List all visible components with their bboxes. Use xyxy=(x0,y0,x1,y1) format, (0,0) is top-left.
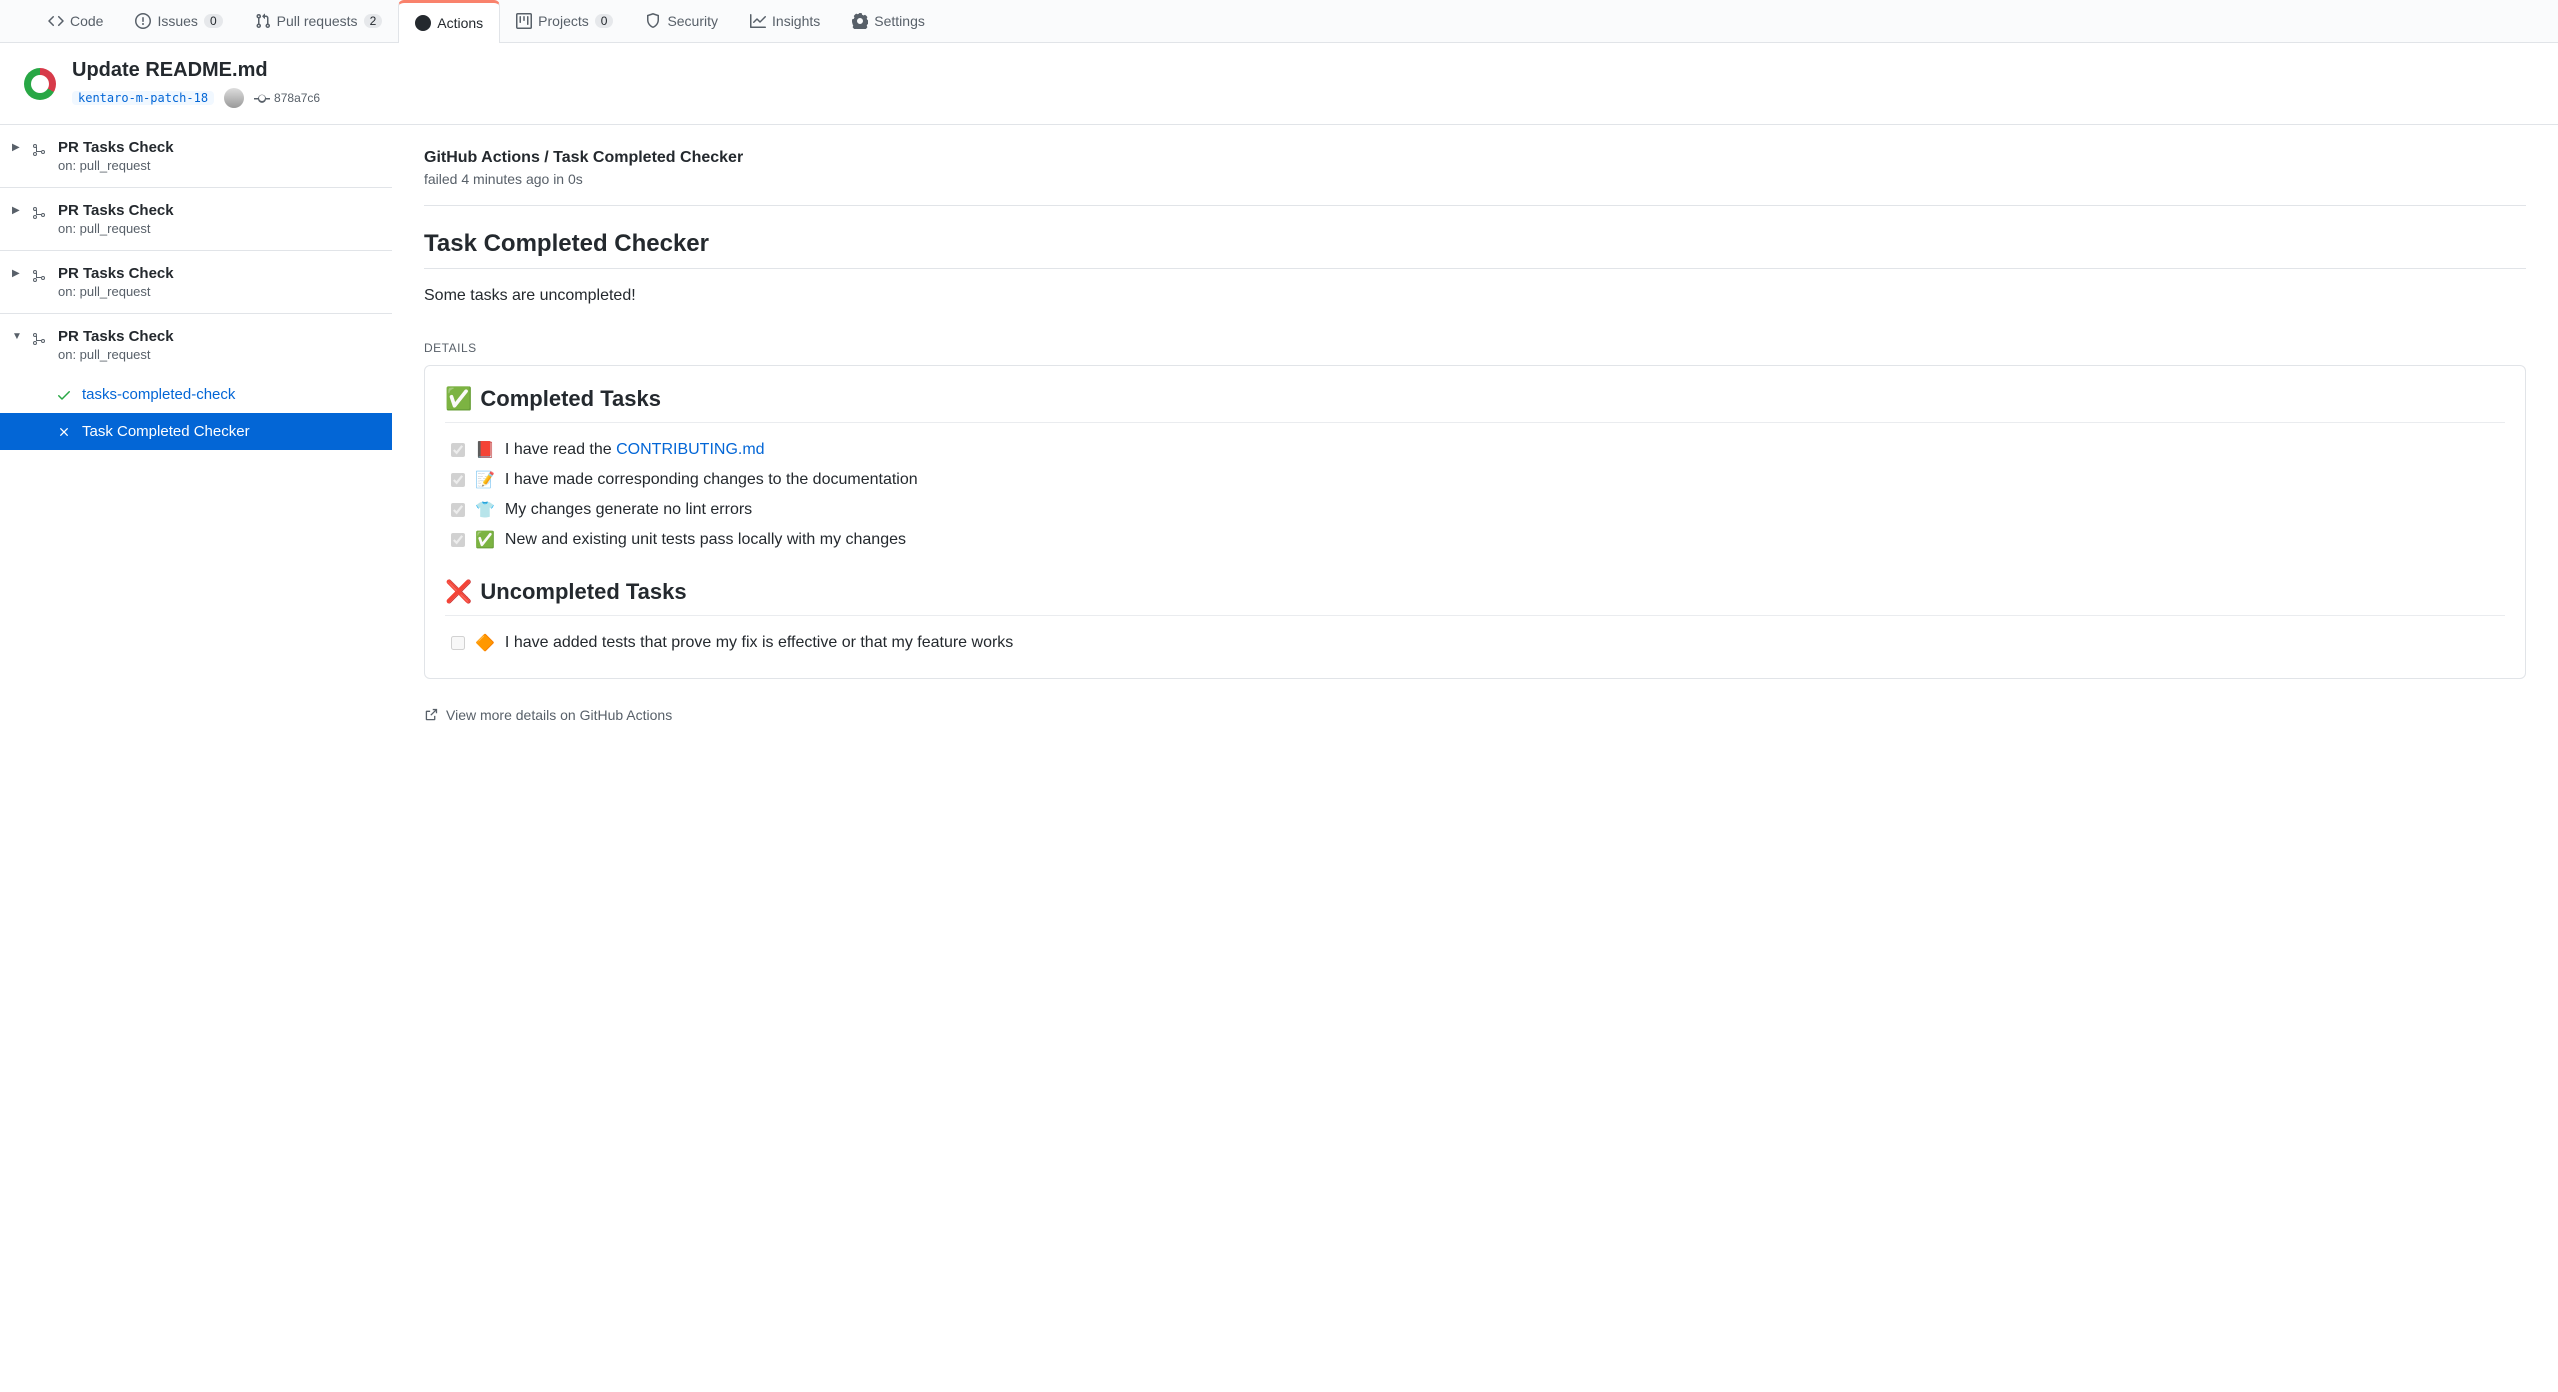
completed-heading: ✅ Completed Tasks xyxy=(445,386,2505,423)
task-checkbox xyxy=(451,533,465,547)
commit-icon xyxy=(254,90,270,106)
task-checkbox xyxy=(451,473,465,487)
view-more-link[interactable]: View more details on GitHub Actions xyxy=(424,707,2526,723)
projects-count: 0 xyxy=(595,14,614,28)
tab-projects-label: Projects xyxy=(538,13,589,29)
caret-down-icon: ▼ xyxy=(12,328,22,362)
gear-icon xyxy=(852,13,868,29)
tab-actions-label: Actions xyxy=(437,15,483,31)
tab-projects[interactable]: Projects 0 xyxy=(500,1,629,41)
breadcrumb: GitHub Actions / Task Completed Checker xyxy=(424,149,2526,167)
task-text: I have read the CONTRIBUTING.md xyxy=(505,441,765,459)
pull-request-icon xyxy=(255,13,271,29)
run-sub: on: pull_request xyxy=(58,158,174,173)
tab-actions[interactable]: Actions xyxy=(398,0,500,43)
tab-issues[interactable]: Issues 0 xyxy=(119,1,238,41)
task-text: I have made corresponding changes to the… xyxy=(505,471,918,489)
status-line: failed 4 minutes ago in 0s xyxy=(424,171,2526,206)
check-emoji-icon: ✅ xyxy=(445,386,472,412)
caret-right-icon: ▶ xyxy=(12,139,22,173)
task-emoji-icon: ✅ xyxy=(475,530,495,550)
main-content: GitHub Actions / Task Completed Checker … xyxy=(392,125,2558,747)
pulls-count: 2 xyxy=(364,14,383,28)
code-icon xyxy=(48,13,64,29)
run-sub: on: pull_request xyxy=(58,347,174,362)
task-emoji-icon: 👕 xyxy=(475,500,495,520)
sidebar: ▶ PR Tasks Check on: pull_request ▶ PR T… xyxy=(0,125,392,747)
run-header: Update README.md kentaro-m-patch-18 878a… xyxy=(0,43,2558,124)
workflow-icon xyxy=(32,202,48,236)
caret-right-icon: ▶ xyxy=(12,265,22,299)
task-checkbox xyxy=(451,443,465,457)
success-icon xyxy=(56,387,72,403)
task-item: 🔶 I have added tests that prove my fix i… xyxy=(445,628,2505,658)
check-title: Task Completed Checker xyxy=(424,230,2526,269)
task-emoji-icon: 📝 xyxy=(475,470,495,490)
task-checkbox xyxy=(451,503,465,517)
run-label: PR Tasks Check xyxy=(58,139,174,156)
run-sub: on: pull_request xyxy=(58,221,174,236)
run-item[interactable]: ▼ PR Tasks Check on: pull_request xyxy=(0,314,392,376)
run-label: PR Tasks Check xyxy=(58,202,174,219)
check-item-passed[interactable]: tasks-completed-check xyxy=(0,376,392,413)
run-item[interactable]: ▶ PR Tasks Check on: pull_request xyxy=(0,251,392,314)
issues-count: 0 xyxy=(204,14,223,28)
footer-link-text: View more details on GitHub Actions xyxy=(446,707,672,723)
task-text: My changes generate no lint errors xyxy=(505,501,752,519)
tab-settings[interactable]: Settings xyxy=(836,1,941,41)
check-label: tasks-completed-check xyxy=(82,386,235,403)
tab-insights-label: Insights xyxy=(772,13,820,29)
task-item: 📝 I have made corresponding changes to t… xyxy=(445,465,2505,495)
summary-message: Some tasks are uncompleted! xyxy=(424,287,2526,305)
external-link-icon xyxy=(424,708,438,722)
workflow-icon xyxy=(32,139,48,173)
task-text: I have added tests that prove my fix is … xyxy=(505,634,1013,652)
play-icon xyxy=(415,15,431,31)
avatar[interactable] xyxy=(224,88,244,108)
task-checkbox xyxy=(451,636,465,650)
details-label: DETAILS xyxy=(424,341,2526,355)
run-item[interactable]: ▶ PR Tasks Check on: pull_request xyxy=(0,125,392,188)
task-item: ✅ New and existing unit tests pass local… xyxy=(445,525,2505,555)
tab-insights[interactable]: Insights xyxy=(734,1,836,41)
caret-right-icon: ▶ xyxy=(12,202,22,236)
run-label: PR Tasks Check xyxy=(58,328,174,345)
check-item-failed[interactable]: Task Completed Checker xyxy=(0,413,392,450)
tab-issues-label: Issues xyxy=(157,13,197,29)
contributing-link[interactable]: CONTRIBUTING.md xyxy=(616,441,764,458)
tab-security[interactable]: Security xyxy=(629,1,734,41)
tab-security-label: Security xyxy=(667,13,718,29)
workflow-icon xyxy=(32,265,48,299)
uncompleted-heading: ❌ Uncompleted Tasks xyxy=(445,579,2505,616)
workflow-icon xyxy=(32,328,48,362)
commit-info[interactable]: 878a7c6 xyxy=(254,90,320,106)
task-item: 👕 My changes generate no lint errors xyxy=(445,495,2505,525)
graph-icon xyxy=(750,13,766,29)
run-sub: on: pull_request xyxy=(58,284,174,299)
tab-settings-label: Settings xyxy=(874,13,925,29)
repo-tab-nav: Code Issues 0 Pull requests 2 Actions Pr… xyxy=(0,0,2558,43)
project-icon xyxy=(516,13,532,29)
branch-label[interactable]: kentaro-m-patch-18 xyxy=(72,91,214,105)
task-text: New and existing unit tests pass locally… xyxy=(505,531,906,549)
issue-icon xyxy=(135,13,151,29)
tab-code-label: Code xyxy=(70,13,103,29)
run-label: PR Tasks Check xyxy=(58,265,174,282)
task-emoji-icon: 📕 xyxy=(475,440,495,460)
details-panel: ✅ Completed Tasks 📕 I have read the CONT… xyxy=(424,365,2526,679)
tab-code[interactable]: Code xyxy=(32,1,119,41)
x-emoji-icon: ❌ xyxy=(445,579,472,605)
x-icon xyxy=(56,425,72,439)
page-title: Update README.md xyxy=(72,59,320,82)
tab-pulls[interactable]: Pull requests 2 xyxy=(239,1,399,41)
task-emoji-icon: 🔶 xyxy=(475,633,495,653)
run-item[interactable]: ▶ PR Tasks Check on: pull_request xyxy=(0,188,392,251)
task-item: 📕 I have read the CONTRIBUTING.md xyxy=(445,435,2505,465)
commit-sha: 878a7c6 xyxy=(274,91,320,105)
shield-icon xyxy=(645,13,661,29)
status-ring-icon xyxy=(24,68,56,100)
check-label: Task Completed Checker xyxy=(82,423,250,440)
tab-pulls-label: Pull requests xyxy=(277,13,358,29)
